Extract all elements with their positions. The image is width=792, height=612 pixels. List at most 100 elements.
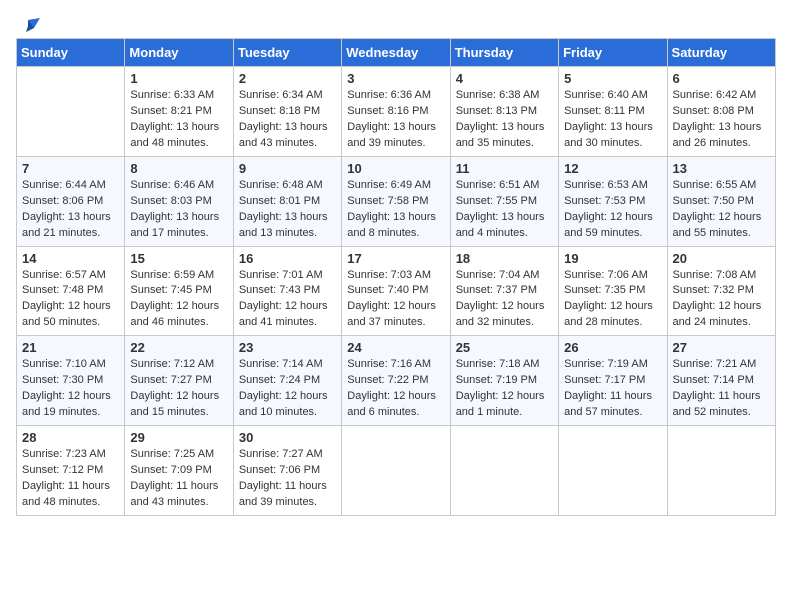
day-number: 17 xyxy=(347,251,444,266)
day-of-week-sunday: Sunday xyxy=(17,39,125,67)
calendar-week-2: 7 Sunrise: 6:44 AM Sunset: 8:06 PM Daylig… xyxy=(17,156,776,246)
day-number: 22 xyxy=(130,340,227,355)
calendar-cell: 11 Sunrise: 6:51 AM Sunset: 7:55 PM Dayli… xyxy=(450,156,558,246)
day-info: Sunrise: 6:46 AM Sunset: 8:03 PM Dayligh… xyxy=(130,178,227,242)
day-of-week-monday: Monday xyxy=(125,39,233,67)
day-info: Sunrise: 7:23 AM Sunset: 7:12 PM Dayligh… xyxy=(22,447,119,511)
day-info: Sunrise: 6:51 AM Sunset: 7:55 PM Dayligh… xyxy=(456,178,553,242)
calendar-cell xyxy=(559,426,667,516)
day-of-week-thursday: Thursday xyxy=(450,39,558,67)
day-number: 8 xyxy=(130,161,227,176)
day-info: Sunrise: 6:55 AM Sunset: 7:50 PM Dayligh… xyxy=(673,178,770,242)
day-number: 24 xyxy=(347,340,444,355)
calendar-cell: 2 Sunrise: 6:34 AM Sunset: 8:18 PM Daylig… xyxy=(233,67,341,157)
calendar-table: SundayMondayTuesdayWednesdayThursdayFrid… xyxy=(16,38,776,516)
calendar-cell: 24 Sunrise: 7:16 AM Sunset: 7:22 PM Dayli… xyxy=(342,336,450,426)
calendar-cell: 29 Sunrise: 7:25 AM Sunset: 7:09 PM Dayli… xyxy=(125,426,233,516)
day-number: 27 xyxy=(673,340,770,355)
calendar-cell: 21 Sunrise: 7:10 AM Sunset: 7:30 PM Dayli… xyxy=(17,336,125,426)
day-info: Sunrise: 7:25 AM Sunset: 7:09 PM Dayligh… xyxy=(130,447,227,511)
day-number: 15 xyxy=(130,251,227,266)
day-info: Sunrise: 6:57 AM Sunset: 7:48 PM Dayligh… xyxy=(22,268,119,332)
calendar-cell xyxy=(342,426,450,516)
calendar-cell: 8 Sunrise: 6:46 AM Sunset: 8:03 PM Daylig… xyxy=(125,156,233,246)
calendar-cell: 28 Sunrise: 7:23 AM Sunset: 7:12 PM Dayli… xyxy=(17,426,125,516)
calendar-cell: 13Sunrise: 6:55 AM Sunset: 7:50 PM Dayli… xyxy=(667,156,775,246)
day-info: Sunrise: 7:06 AM Sunset: 7:35 PM Dayligh… xyxy=(564,268,661,332)
day-info: Sunrise: 7:18 AM Sunset: 7:19 PM Dayligh… xyxy=(456,357,553,421)
calendar-cell: 9 Sunrise: 6:48 AM Sunset: 8:01 PM Daylig… xyxy=(233,156,341,246)
calendar-cell: 17 Sunrise: 7:03 AM Sunset: 7:40 PM Dayli… xyxy=(342,246,450,336)
day-info: Sunrise: 6:48 AM Sunset: 8:01 PM Dayligh… xyxy=(239,178,336,242)
day-info: Sunrise: 6:34 AM Sunset: 8:18 PM Dayligh… xyxy=(239,88,336,152)
calendar-cell: 25 Sunrise: 7:18 AM Sunset: 7:19 PM Dayli… xyxy=(450,336,558,426)
day-info: Sunrise: 6:33 AM Sunset: 8:21 PM Dayligh… xyxy=(130,88,227,152)
day-number: 12 xyxy=(564,161,661,176)
calendar-cell: 23 Sunrise: 7:14 AM Sunset: 7:24 PM Dayli… xyxy=(233,336,341,426)
day-info: Sunrise: 6:42 AM Sunset: 8:08 PM Dayligh… xyxy=(673,88,770,152)
day-info: Sunrise: 7:12 AM Sunset: 7:27 PM Dayligh… xyxy=(130,357,227,421)
day-number: 1 xyxy=(130,71,227,86)
day-info: Sunrise: 7:03 AM Sunset: 7:40 PM Dayligh… xyxy=(347,268,444,332)
day-number: 23 xyxy=(239,340,336,355)
calendar-cell: 30 Sunrise: 7:27 AM Sunset: 7:06 PM Dayli… xyxy=(233,426,341,516)
calendar-cell: 12 Sunrise: 6:53 AM Sunset: 7:53 PM Dayli… xyxy=(559,156,667,246)
day-number: 14 xyxy=(22,251,119,266)
page-header xyxy=(16,16,776,32)
day-info: Sunrise: 7:08 AM Sunset: 7:32 PM Dayligh… xyxy=(673,268,770,332)
day-of-week-friday: Friday xyxy=(559,39,667,67)
day-number: 4 xyxy=(456,71,553,86)
day-info: Sunrise: 6:44 AM Sunset: 8:06 PM Dayligh… xyxy=(22,178,119,242)
calendar-cell: 7 Sunrise: 6:44 AM Sunset: 8:06 PM Daylig… xyxy=(17,156,125,246)
day-info: Sunrise: 7:21 AM Sunset: 7:14 PM Dayligh… xyxy=(673,357,770,421)
calendar-cell: 14 Sunrise: 6:57 AM Sunset: 7:48 PM Dayli… xyxy=(17,246,125,336)
calendar-cell: 19 Sunrise: 7:06 AM Sunset: 7:35 PM Dayli… xyxy=(559,246,667,336)
day-number: 11 xyxy=(456,161,553,176)
day-of-week-tuesday: Tuesday xyxy=(233,39,341,67)
calendar-cell: 3Sunrise: 6:36 AM Sunset: 8:16 PM Daylig… xyxy=(342,67,450,157)
day-number: 28 xyxy=(22,430,119,445)
day-info: Sunrise: 6:59 AM Sunset: 7:45 PM Dayligh… xyxy=(130,268,227,332)
calendar-week-4: 21 Sunrise: 7:10 AM Sunset: 7:30 PM Dayli… xyxy=(17,336,776,426)
day-number: 16 xyxy=(239,251,336,266)
day-number: 26 xyxy=(564,340,661,355)
logo xyxy=(16,20,40,32)
logo-bird-icon xyxy=(18,18,40,36)
day-info: Sunrise: 6:40 AM Sunset: 8:11 PM Dayligh… xyxy=(564,88,661,152)
calendar-cell xyxy=(17,67,125,157)
day-info: Sunrise: 6:38 AM Sunset: 8:13 PM Dayligh… xyxy=(456,88,553,152)
calendar-cell: 16Sunrise: 7:01 AM Sunset: 7:43 PM Dayli… xyxy=(233,246,341,336)
calendar-cell xyxy=(450,426,558,516)
day-info: Sunrise: 7:14 AM Sunset: 7:24 PM Dayligh… xyxy=(239,357,336,421)
calendar-cell xyxy=(667,426,775,516)
day-of-week-wednesday: Wednesday xyxy=(342,39,450,67)
calendar-cell: 4 Sunrise: 6:38 AM Sunset: 8:13 PM Daylig… xyxy=(450,67,558,157)
day-of-week-saturday: Saturday xyxy=(667,39,775,67)
day-number: 7 xyxy=(22,161,119,176)
day-number: 19 xyxy=(564,251,661,266)
calendar-cell: 5 Sunrise: 6:40 AM Sunset: 8:11 PM Daylig… xyxy=(559,67,667,157)
day-number: 2 xyxy=(239,71,336,86)
calendar-cell: 6 Sunrise: 6:42 AM Sunset: 8:08 PM Daylig… xyxy=(667,67,775,157)
day-number: 21 xyxy=(22,340,119,355)
day-number: 9 xyxy=(239,161,336,176)
day-number: 10 xyxy=(347,161,444,176)
day-info: Sunrise: 6:36 AM Sunset: 8:16 PM Dayligh… xyxy=(347,88,444,152)
day-number: 18 xyxy=(456,251,553,266)
day-info: Sunrise: 7:16 AM Sunset: 7:22 PM Dayligh… xyxy=(347,357,444,421)
calendar-header-row: SundayMondayTuesdayWednesdayThursdayFrid… xyxy=(17,39,776,67)
day-number: 6 xyxy=(673,71,770,86)
calendar-cell: 1 Sunrise: 6:33 AM Sunset: 8:21 PM Daylig… xyxy=(125,67,233,157)
day-info: Sunrise: 6:49 AM Sunset: 7:58 PM Dayligh… xyxy=(347,178,444,242)
day-number: 30 xyxy=(239,430,336,445)
day-number: 5 xyxy=(564,71,661,86)
calendar-cell: 22 Sunrise: 7:12 AM Sunset: 7:27 PM Dayli… xyxy=(125,336,233,426)
day-info: Sunrise: 7:10 AM Sunset: 7:30 PM Dayligh… xyxy=(22,357,119,421)
calendar-week-3: 14 Sunrise: 6:57 AM Sunset: 7:48 PM Dayli… xyxy=(17,246,776,336)
day-info: Sunrise: 7:27 AM Sunset: 7:06 PM Dayligh… xyxy=(239,447,336,511)
calendar-cell: 18Sunrise: 7:04 AM Sunset: 7:37 PM Dayli… xyxy=(450,246,558,336)
day-number: 25 xyxy=(456,340,553,355)
day-info: Sunrise: 6:53 AM Sunset: 7:53 PM Dayligh… xyxy=(564,178,661,242)
day-number: 29 xyxy=(130,430,227,445)
calendar-cell: 15 Sunrise: 6:59 AM Sunset: 7:45 PM Dayli… xyxy=(125,246,233,336)
